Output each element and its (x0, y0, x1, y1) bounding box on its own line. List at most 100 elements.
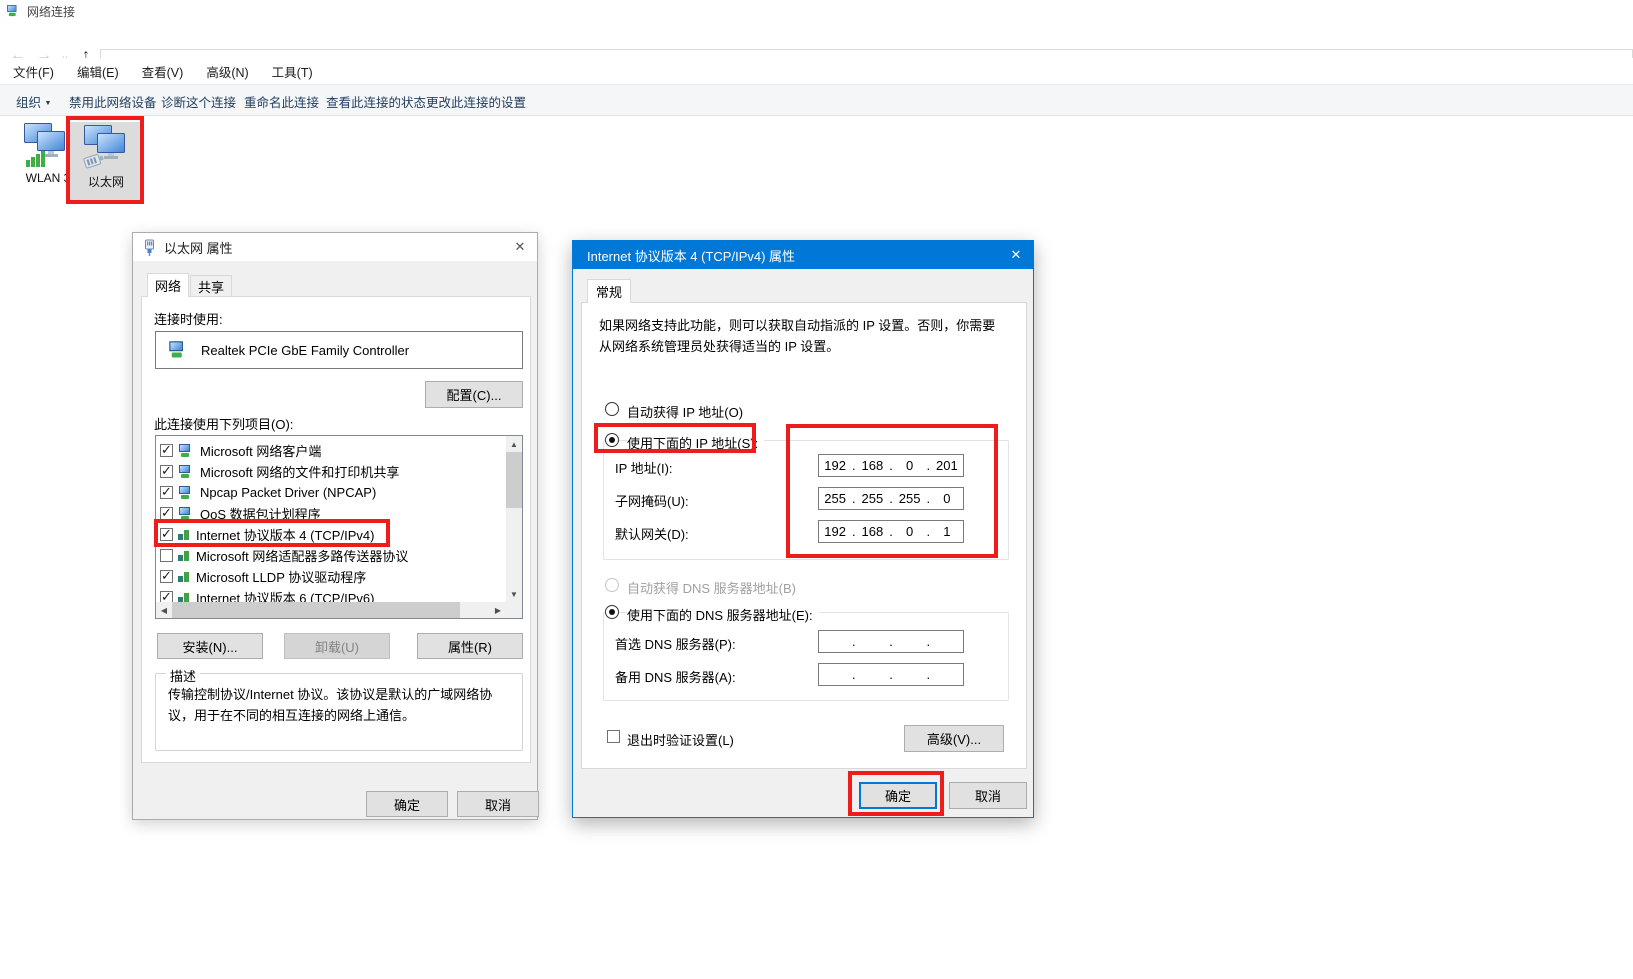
ok-button[interactable]: 确定 (859, 782, 937, 809)
advanced-button[interactable]: 高级(V)... (904, 725, 1004, 752)
diagnose-connection-button[interactable]: 诊断这个连接 (161, 92, 236, 111)
default-gateway-field[interactable]: 192. 168. 0. 1 (818, 520, 964, 543)
menu-bar: 文件(F) 编辑(E) 查看(V) 高级(N) 工具(T) (0, 58, 1633, 84)
items-list-label: 此连接使用下列项目(O): (154, 414, 293, 433)
ethernet-properties-dialog: 以太网 属性 ✕ 网络 共享 连接时使用: Realtek PCIe GbE F… (132, 232, 538, 820)
window-title: 网络连接 (27, 3, 75, 20)
organize-menu-button[interactable]: 组织 ▼ (16, 92, 51, 111)
ethernet-network-icon (81, 124, 131, 170)
close-icon[interactable]: ✕ (999, 241, 1033, 269)
dialog-title: 以太网 属性 (164, 238, 233, 257)
manual-dns-radio[interactable] (605, 605, 619, 619)
disable-device-button[interactable]: 禁用此网络设备 (69, 92, 157, 111)
protocol-icon (178, 529, 191, 541)
scrollbar-thumb[interactable] (172, 602, 460, 618)
ip-address-field[interactable]: 192. 168. 0. 201 (818, 454, 964, 477)
rename-connection-button[interactable]: 重命名此连接 (244, 92, 319, 111)
scrollbar-thumb[interactable] (506, 452, 522, 508)
scroll-right-icon[interactable]: ▶ (490, 602, 506, 618)
description-legend: 描述 (166, 666, 200, 685)
connect-using-label: 连接时使用: (154, 309, 223, 328)
window-titlebar: 网络连接 (0, 0, 1633, 22)
list-item[interactable]: Microsoft 网络的文件和打印机共享 (160, 461, 399, 482)
ip-address-label: IP 地址(I): (615, 458, 673, 477)
description-text: 传输控制协议/Internet 协议。该协议是默认的广域网络协议，用于在不同的相… (168, 684, 512, 726)
auto-ip-radio-label[interactable]: 自动获得 IP 地址(O) (627, 402, 749, 421)
protocol-icon (178, 571, 191, 583)
checkbox[interactable] (160, 528, 173, 541)
nav-toolbar: ← → ˅ ↑ › 控制面板 › 网络和 Internet › 网络连接 (0, 22, 1633, 58)
tab-network[interactable]: 网络 (147, 273, 189, 297)
manual-ip-radio[interactable] (605, 433, 619, 447)
protocol-list[interactable]: Microsoft 网络客户端 Microsoft 网络的文件和打印机共享 Np… (155, 435, 523, 619)
connection-label: WLAN 3 (26, 171, 71, 185)
auto-dns-radio (605, 578, 619, 592)
command-bar: 组织 ▼ 禁用此网络设备 诊断这个连接 重命名此连接 查看此连接的状态 更改此连… (0, 84, 1633, 116)
scroll-up-icon[interactable]: ▲ (506, 436, 522, 452)
checkbox[interactable] (160, 507, 173, 520)
checkbox[interactable] (160, 465, 173, 478)
close-icon[interactable]: ✕ (503, 233, 537, 261)
dialog-title: Internet 协议版本 4 (TCP/IPv4) 属性 (587, 246, 795, 265)
subnet-mask-field[interactable]: 255. 255. 255. 0 (818, 487, 964, 510)
list-item[interactable]: QoS 数据包计划程序 (160, 503, 321, 524)
manual-dns-radio-label[interactable]: 使用下面的 DNS 服务器地址(E): (627, 605, 819, 624)
manual-ip-radio-label[interactable]: 使用下面的 IP 地址(S): (627, 433, 764, 452)
validate-settings-checkbox[interactable] (607, 730, 620, 743)
subnet-mask-label: 子网掩码(U): (615, 491, 689, 510)
intro-text: 如果网络支持此功能，则可以获取自动指派的 IP 设置。否则，你需要从网络系统管理… (599, 315, 1005, 357)
ipv4-properties-dialog: Internet 协议版本 4 (TCP/IPv4) 属性 ✕ 常规 如果网络支… (572, 240, 1034, 818)
tab-sharing[interactable]: 共享 (190, 275, 232, 297)
install-button[interactable]: 安装(N)... (157, 633, 263, 659)
chevron-down-icon: ▼ (45, 100, 52, 107)
checkbox[interactable] (160, 570, 173, 583)
network-connections-window: 网络连接 ← → ˅ ↑ › 控制面板 › 网络和 Internet › 网络连… (0, 0, 1633, 979)
menu-item-tools[interactable]: 工具(T) (262, 62, 323, 81)
alternate-dns-field[interactable]: . . . (818, 663, 964, 686)
auto-ip-radio[interactable] (605, 402, 619, 416)
checkbox[interactable] (160, 549, 173, 562)
default-gateway-label: 默认网关(D): (615, 524, 689, 543)
menu-item-edit[interactable]: 编辑(E) (67, 62, 129, 81)
menu-item-file[interactable]: 文件(F) (3, 62, 64, 81)
network-client-icon (178, 507, 195, 521)
horizontal-scrollbar[interactable]: ◀ ▶ (156, 602, 506, 618)
auto-dns-radio-label: 自动获得 DNS 服务器地址(B) (627, 578, 802, 597)
validate-settings-label[interactable]: 退出时验证设置(L) (627, 730, 734, 749)
scroll-down-icon[interactable]: ▼ (506, 586, 522, 602)
list-item[interactable]: Microsoft 网络适配器多路传送器协议 (160, 545, 408, 566)
cancel-button[interactable]: 取消 (457, 791, 539, 817)
network-adapter-icon (168, 341, 189, 359)
view-status-button[interactable]: 查看此连接的状态 (326, 92, 426, 111)
preferred-dns-label: 首选 DNS 服务器(P): (615, 634, 736, 653)
configure-button[interactable]: 配置(C)... (425, 381, 523, 408)
ethernet-plug-icon (143, 239, 156, 256)
description-groupbox: 描述 传输控制协议/Internet 协议。该协议是默认的广域网络协议，用于在不… (155, 673, 523, 751)
change-settings-button[interactable]: 更改此连接的设置 (426, 92, 526, 111)
properties-button[interactable]: 属性(R) (417, 633, 523, 659)
adapter-name: Realtek PCIe GbE Family Controller (201, 343, 409, 358)
cancel-button[interactable]: 取消 (949, 782, 1027, 809)
checkbox[interactable] (160, 486, 173, 499)
dialog-titlebar[interactable]: Internet 协议版本 4 (TCP/IPv4) 属性 ✕ (573, 241, 1033, 269)
checkbox[interactable] (160, 444, 173, 457)
alternate-dns-label: 备用 DNS 服务器(A): (615, 667, 736, 686)
vertical-scrollbar[interactable]: ▲ ▼ (506, 436, 522, 602)
tab-general[interactable]: 常规 (587, 279, 631, 303)
list-item-tcpipv4[interactable]: Internet 协议版本 4 (TCP/IPv4) (160, 524, 374, 545)
ok-button[interactable]: 确定 (366, 791, 448, 817)
menu-item-view[interactable]: 查看(V) (132, 62, 194, 81)
menu-item-advanced[interactable]: 高级(N) (196, 62, 258, 81)
scrollbar-corner (506, 602, 522, 618)
list-item[interactable]: Microsoft 网络客户端 (160, 440, 321, 461)
list-item[interactable]: Microsoft LLDP 协议驱动程序 (160, 566, 366, 587)
network-client-icon (178, 486, 195, 500)
app-icon (6, 5, 20, 17)
network-client-icon (178, 465, 195, 479)
list-item[interactable]: Npcap Packet Driver (NPCAP) (160, 482, 376, 503)
uninstall-button: 卸载(U) (284, 633, 390, 659)
preferred-dns-field[interactable]: . . . (818, 630, 964, 653)
connection-tile-ethernet[interactable]: 以太网 (70, 122, 142, 202)
scroll-left-icon[interactable]: ◀ (156, 602, 172, 618)
dialog-titlebar[interactable]: 以太网 属性 ✕ (133, 233, 537, 261)
